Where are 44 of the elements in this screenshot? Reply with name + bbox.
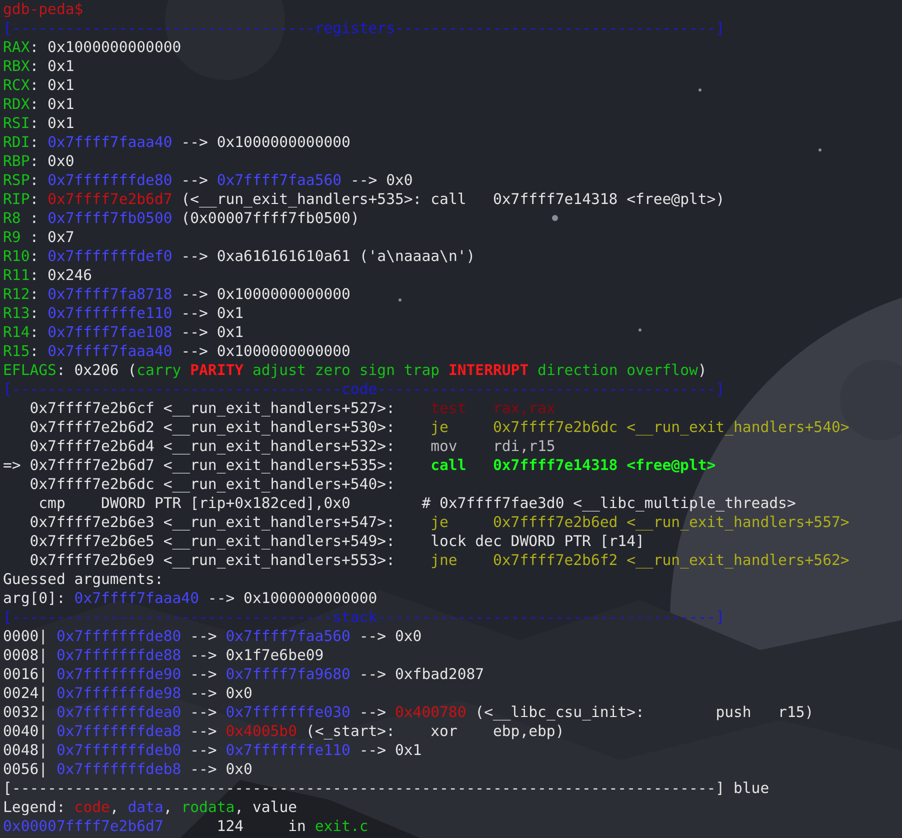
terminal-line: R8 : 0x7ffff7fb0500 (0x00007ffff7fb0500) (3, 209, 360, 228)
terminal-line: R14: 0x7ffff7fae108 --> 0x1 (3, 323, 244, 342)
terminal-line: RBP: 0x0 (3, 152, 74, 171)
terminal-line: 0048| 0x7fffffffdeb0 --> 0x7fffffffe110 --> 0x1 (3, 741, 422, 760)
terminal-line: Legend: code, data, rodata, value (3, 798, 298, 817)
terminal-line: gdb-peda$ (3, 0, 84, 19)
terminal-line: [-------------------------------------code--------------------------------------] (3, 380, 725, 399)
terminal-line: 0x7ffff7e2b6e3 <__run_exit_handlers+547>: je 0x7ffff7e2b6ed <__run_exit_handlers+557> (28, 513, 850, 532)
terminal-line: 0032| 0x7fffffffdea0 --> 0x7fffffffe030 --> 0x400780 (<__libc_csu_init>: push r15) (3, 703, 814, 722)
terminal-line: 0x7ffff7e2b6e5 <__run_exit_handlers+549>: lock dec DWORD PTR [r14] (28, 532, 644, 551)
terminal-line: [-------------------------------------------------------------------------------] blue (3, 779, 770, 798)
terminal-line: R13: 0x7fffffffe110 --> 0x1 (3, 304, 244, 323)
terminal-line: RIP: 0x7ffff7e2b6d7 (<__run_exit_handlers+535>: call 0x7ffff7e14318 <free@plt>) (3, 190, 725, 209)
terminal-line: 0040| 0x7fffffffdea8 --> 0x4005b0 (<_start>: xor ebp,ebp) (3, 722, 564, 741)
terminal-line: RBX: 0x1 (3, 57, 74, 76)
terminal-line: RSP: 0x7fffffffde80 --> 0x7ffff7faa560 --> 0x0 (3, 171, 413, 190)
terminal-line: R15: 0x7ffff7faaa40 --> 0x1000000000000 (3, 342, 350, 361)
terminal-line: RCX: 0x1 (3, 76, 74, 95)
terminal-line: RAX: 0x1000000000000 (3, 38, 182, 57)
terminal-line: 0x00007ffff7e2b6d7 124 in exit.c (3, 817, 368, 836)
terminal-line: RDI: 0x7ffff7faaa40 --> 0x1000000000000 (3, 133, 350, 152)
terminal-line: 0x7ffff7e2b6dc <__run_exit_handlers+540>: (28, 475, 395, 494)
terminal-line: 0x7ffff7e2b6d2 <__run_exit_handlers+530>: je 0x7ffff7e2b6dc <__run_exit_handlers+540> (28, 418, 850, 437)
terminal-line: 0000| 0x7fffffffde80 --> 0x7ffff7faa560 --> 0x0 (3, 627, 422, 646)
terminal-line: [------------------------------------stack--------------------------------------] (3, 608, 725, 627)
terminal-line: R12: 0x7ffff7fa8718 --> 0x1000000000000 (3, 285, 350, 304)
terminal-line: EFLAGS: 0x206 (carry PARITY adjust zero sign trap INTERRUPT direction overflow) (3, 361, 707, 380)
terminal-line: R11: 0x246 (3, 266, 92, 285)
terminal-line: RDX: 0x1 (3, 95, 74, 114)
terminal-line: Guessed arguments: (3, 570, 164, 589)
terminal-line: 0056| 0x7fffffffdeb8 --> 0x0 (3, 760, 252, 779)
terminal-line: 0x7ffff7e2b6e9 <__run_exit_handlers+553>: jne 0x7ffff7e2b6f2 <__run_exit_handlers+562> (28, 551, 850, 570)
terminal-line: => 0x7ffff7e2b6d7 <__run_exit_handlers+535>: call 0x7ffff7e14318 <free@plt> (3, 456, 716, 475)
terminal-line: 0x7ffff7e2b6d4 <__run_exit_handlers+532>: mov rdi,r15 (28, 437, 556, 456)
terminal-line: R9 : 0x7 (3, 228, 74, 247)
terminal-line: 0016| 0x7fffffffde90 --> 0x7ffff7fa9680 --> 0xfbad2087 (3, 665, 484, 684)
terminal-line: 0x7ffff7e2b6cf <__run_exit_handlers+527>: test rax,rax (28, 399, 556, 418)
terminal-line: R10: 0x7fffffffdef0 --> 0xa616161610a61 ('a\naaaa\n') (3, 247, 476, 266)
terminal-line: RSI: 0x1 (3, 114, 74, 133)
terminal-line: cmp DWORD PTR [rip+0x182ced],0x0 # 0x7ffff7fae3d0 <__libc_multiple_threads> (38, 494, 796, 513)
terminal-line: arg[0]: 0x7ffff7faaa40 --> 0x1000000000000 (3, 589, 378, 608)
terminal-line: 0024| 0x7fffffffde98 --> 0x0 (3, 684, 252, 703)
terminal-line: 0008| 0x7fffffffde88 --> 0x1f7e6be09 (3, 646, 324, 665)
terminal-line: [----------------------------------registers------------------------------------] (3, 19, 725, 38)
